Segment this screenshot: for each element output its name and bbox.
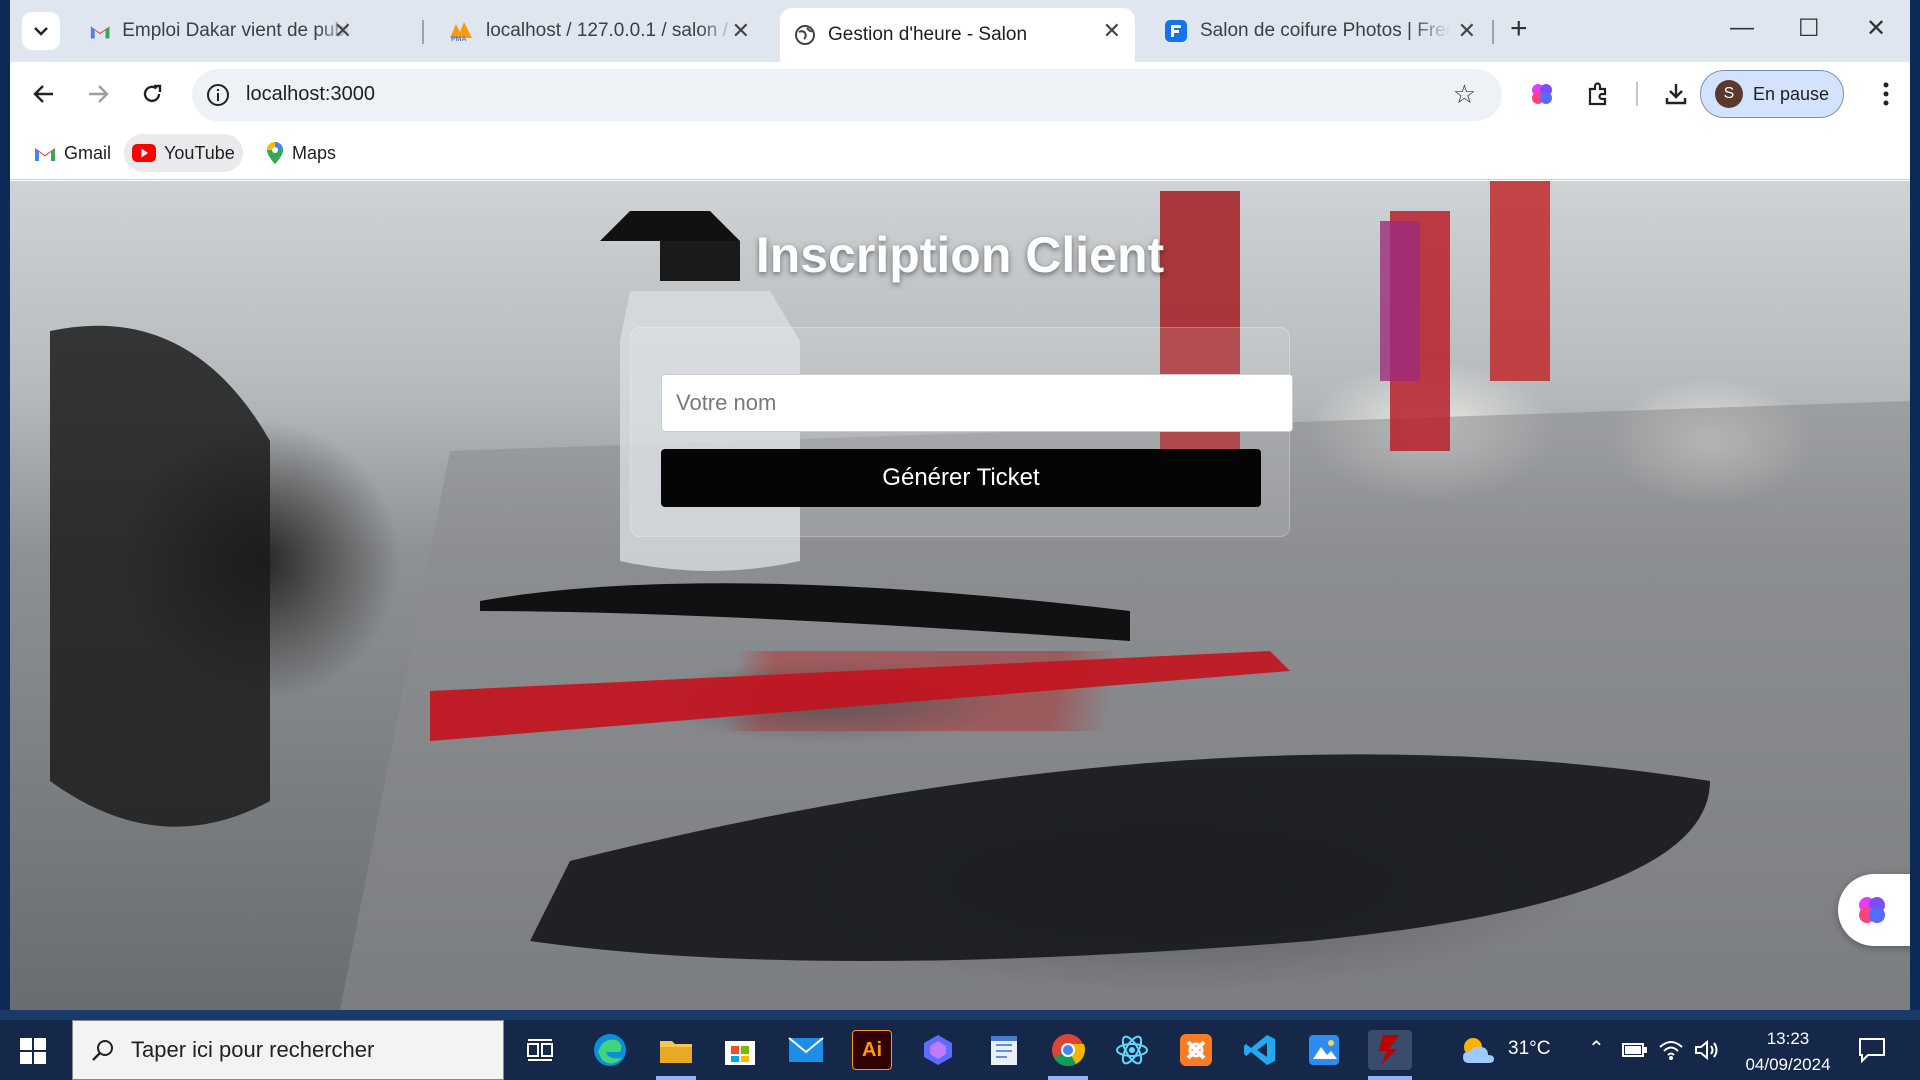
tab-search-button[interactable] — [22, 12, 60, 50]
bookmarks-bar: Gmail YouTube Maps — [10, 126, 1910, 180]
bookmark-maps[interactable]: Maps — [258, 134, 344, 172]
edge-icon[interactable] — [590, 1030, 630, 1070]
extensions-icon[interactable] — [1582, 78, 1614, 110]
ai-extension-icon[interactable] — [1526, 78, 1558, 110]
bookmark-label: Gmail — [64, 142, 112, 163]
arrow-left-icon — [33, 85, 53, 103]
vscode-icon[interactable] — [1240, 1030, 1280, 1070]
address-bar[interactable]: localhost:3000 ☆ — [192, 69, 1502, 121]
freepik-icon — [1165, 20, 1187, 42]
chrome-icon[interactable] — [1048, 1030, 1088, 1070]
tab-gestion-heure[interactable]: Gestion d'heure - Salon ✕ — [780, 8, 1135, 62]
maps-icon — [267, 142, 283, 164]
bookmark-star-icon[interactable]: ☆ — [1453, 81, 1476, 107]
browser-toolbar: localhost:3000 ☆ S En pause — [10, 62, 1910, 126]
profile-button[interactable]: S En pause — [1700, 70, 1844, 118]
wifi-icon[interactable] — [1656, 1030, 1686, 1070]
tab-title: Salon de coifure Photos | Free d — [1200, 20, 1450, 41]
avatar: S — [1715, 80, 1743, 108]
site-info-icon[interactable] — [206, 83, 230, 107]
tab-title: Gestion d'heure - Salon — [828, 24, 1028, 45]
generate-ticket-button[interactable]: Générer Ticket — [661, 449, 1261, 507]
tab-separator — [422, 20, 424, 44]
active-indicator — [1048, 1076, 1088, 1080]
name-input[interactable] — [661, 374, 1293, 432]
forward-button[interactable] — [82, 78, 114, 110]
profile-status: En pause — [1753, 83, 1830, 104]
gmail-icon — [35, 147, 55, 161]
chevron-up-icon[interactable]: ⌃ — [1588, 1036, 1605, 1061]
system-clock[interactable]: 13:23 04/09/2024 — [1736, 1026, 1840, 1078]
page-viewport: Inscription Client Générer Ticket — [10, 181, 1910, 1010]
brain-icon — [1859, 897, 1885, 923]
illustrator-icon[interactable]: Ai — [852, 1030, 892, 1070]
address-text[interactable]: localhost:3000 — [246, 83, 375, 106]
globe-icon — [795, 25, 815, 45]
file-explorer-icon[interactable] — [656, 1030, 696, 1070]
minimize-button[interactable]: — — [1730, 14, 1754, 42]
chevron-down-icon — [34, 27, 48, 36]
mail-icon[interactable] — [786, 1030, 826, 1070]
weather-icon[interactable] — [1458, 1030, 1498, 1070]
new-tab-button[interactable]: + — [1510, 14, 1528, 44]
copilot-icon[interactable] — [918, 1030, 958, 1070]
tab-phpmyadmin[interactable]: PMA localhost / 127.0.0.1 / salon / cli … — [434, 8, 764, 54]
search-placeholder: Taper ici pour rechercher — [131, 1037, 375, 1062]
reload-button[interactable] — [136, 78, 168, 110]
xampp-icon[interactable] — [1176, 1030, 1216, 1070]
gmail-icon — [90, 25, 110, 38]
maximize-button[interactable]: ☐ — [1798, 14, 1820, 43]
editor-status-strip — [0, 1010, 1920, 1020]
weather-temperature[interactable]: 31°C — [1508, 1038, 1550, 1060]
phpmyadmin-icon: PMA — [450, 22, 472, 42]
search-icon — [92, 1040, 113, 1061]
tab-title: localhost / 127.0.0.1 / salon / cli — [486, 20, 736, 41]
active-indicator — [656, 1076, 696, 1080]
tab-freepik[interactable]: Salon de coifure Photos | Free d ✕ — [1150, 8, 1490, 54]
menu-icon[interactable] — [1870, 78, 1902, 110]
task-view-icon[interactable] — [520, 1030, 560, 1070]
bookmark-label: YouTube — [164, 142, 235, 163]
bookmark-label: Maps — [292, 142, 337, 163]
tab-strip: Emploi Dakar vient de publier d ✕ PMA lo… — [10, 0, 1910, 62]
clock-time: 13:23 — [1766, 1029, 1810, 1048]
paint-icon[interactable] — [1304, 1030, 1344, 1070]
browser-window: Emploi Dakar vient de publier d ✕ PMA lo… — [10, 0, 1910, 1010]
bookmark-gmail[interactable]: Gmail — [26, 134, 119, 172]
close-icon[interactable]: ✕ — [1103, 20, 1121, 42]
assistant-widget-button[interactable] — [1838, 874, 1910, 946]
download-icon[interactable] — [1660, 78, 1692, 110]
tab-separator — [1492, 20, 1494, 44]
bookmark-youtube[interactable]: YouTube — [124, 134, 243, 172]
active-indicator — [1368, 1076, 1412, 1080]
store-icon[interactable] — [720, 1030, 760, 1070]
registration-page: Inscription Client Générer Ticket — [10, 181, 1910, 1010]
filezilla-icon[interactable] — [1368, 1030, 1412, 1070]
arrow-right-icon — [89, 85, 109, 103]
page-title: Inscription Client — [755, 227, 1165, 283]
tab-title: Emploi Dakar vient de publier d — [122, 20, 352, 41]
close-icon[interactable]: ✕ — [732, 20, 750, 42]
battery-icon[interactable] — [1620, 1030, 1650, 1070]
svg-text:PMA: PMA — [451, 36, 467, 42]
notepad-icon[interactable] — [984, 1030, 1024, 1070]
back-button[interactable] — [28, 78, 60, 110]
windows-start-icon[interactable] — [20, 1038, 46, 1064]
react-icon[interactable] — [1112, 1030, 1152, 1070]
reload-icon — [143, 84, 162, 103]
tab-gmail[interactable]: Emploi Dakar vient de publier d ✕ — [76, 8, 366, 54]
toolbar-separator — [1636, 82, 1638, 106]
volume-icon[interactable] — [1692, 1030, 1722, 1070]
close-window-button[interactable]: ✕ — [1866, 14, 1886, 43]
youtube-icon — [132, 144, 156, 162]
close-icon[interactable]: ✕ — [334, 20, 352, 42]
windows-taskbar: Taper ici pour rechercher Ai 31°C ⌃ 13:2… — [0, 1020, 1920, 1080]
clock-date: 04/09/2024 — [1745, 1055, 1831, 1074]
taskbar-search[interactable]: Taper ici pour rechercher — [72, 1020, 504, 1080]
close-icon[interactable]: ✕ — [1458, 20, 1476, 42]
notification-icon[interactable] — [1852, 1030, 1892, 1070]
